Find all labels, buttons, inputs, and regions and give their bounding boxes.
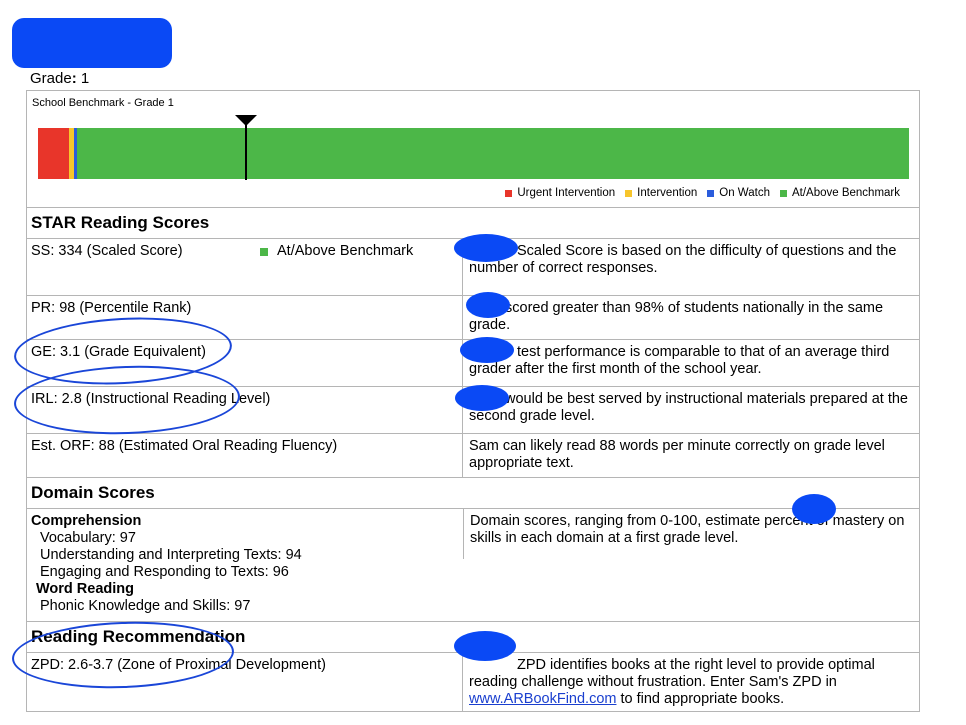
redaction-blob — [466, 292, 510, 318]
domain-scores-cell: Comprehension Vocabulary: 97 Understandi… — [27, 509, 463, 621]
benchmark-panel: School Benchmark - Grade 1 Urgent Interv… — [27, 91, 919, 208]
description-text: would be best served by instructional ma… — [469, 391, 908, 424]
description-text: Domain scores, ranging from 0-100, estim… — [470, 513, 905, 546]
domain-item: Phonic Knowledge and Skills: 97 — [40, 598, 251, 614]
description-text: scored greater than 98% of students nati… — [469, 300, 884, 333]
legend-label: Urgent Intervention — [517, 187, 616, 199]
table-row: Comprehension Vocabulary: 97 Understandi… — [27, 509, 919, 622]
legend-label: Intervention — [637, 187, 698, 199]
legend-label: On Watch — [719, 187, 770, 199]
description-cell: test performance is comparable to that o… — [463, 340, 919, 386]
legend-swatch — [779, 189, 787, 197]
description-cell: would be best served by instructional ma… — [463, 387, 919, 433]
legend-item: Urgent Intervention — [505, 187, 615, 199]
grade-label: Grade — [30, 70, 72, 87]
redaction-blob — [455, 385, 509, 411]
status-swatch — [260, 247, 268, 256]
legend-item: At/Above Benchmark — [779, 187, 900, 199]
description-text: Scaled Score is based on the difficulty … — [469, 243, 897, 276]
description-cell: Domain scores, ranging from 0-100, estim… — [463, 509, 919, 559]
legend-item: Intervention — [625, 187, 697, 199]
table-row: Est. ORF: 88 (Estimated Oral Reading Flu… — [27, 434, 919, 478]
domain-item: Vocabulary: 97 — [40, 530, 136, 546]
score-cell: SS: 334 (Scaled Score) At/Above Benchmar… — [27, 239, 463, 295]
benchmark-legend: Urgent Intervention Intervention On Watc… — [505, 187, 900, 199]
legend-item: On Watch — [707, 187, 770, 199]
status-badge: At/Above Benchmark — [260, 243, 413, 260]
score-label: Est. ORF: 88 (Estimated Oral Reading Flu… — [31, 438, 338, 454]
comprehension-heading: Comprehension — [31, 513, 142, 529]
description-text-end: to find appropriate books. — [620, 691, 785, 707]
grade-value: 1 — [80, 70, 90, 87]
redaction-blob — [460, 337, 514, 363]
arbookfind-link[interactable]: www.ARBookFind.com — [469, 691, 616, 707]
redaction-blob — [792, 494, 836, 524]
benchmark-title: School Benchmark - Grade 1 — [32, 97, 174, 109]
urgent-segment — [38, 128, 69, 179]
legend-swatch — [505, 189, 513, 197]
description-text: Sam can likely read 88 words per minute … — [469, 438, 885, 471]
domain-item: Understanding and Interpreting Texts: 94 — [40, 547, 302, 563]
domain-heading: Domain Scores — [27, 478, 919, 509]
redaction-blob — [454, 631, 516, 661]
benchmark-bar — [38, 128, 909, 179]
description-text: test performance is comparable to that o… — [469, 344, 890, 377]
redacted-name — [12, 18, 172, 68]
score-label: PR: 98 (Percentile Rank) — [31, 300, 192, 316]
score-marker-line — [245, 123, 247, 180]
legend-swatch — [625, 189, 633, 197]
status-label: At/Above Benchmark — [277, 243, 414, 259]
word-reading-heading: Word Reading — [36, 581, 135, 597]
description-cell: Sam can likely read 88 words per minute … — [463, 434, 919, 477]
score-cell: Est. ORF: 88 (Estimated Oral Reading Flu… — [27, 434, 463, 477]
legend-label: At/Above Benchmark — [791, 187, 900, 199]
grade-line: Grade: 1 — [30, 70, 90, 87]
benchmark-segment — [77, 128, 909, 179]
domain-item: Engaging and Responding to Texts: 96 — [40, 564, 289, 580]
description-cell: scored greater than 98% of students nati… — [463, 296, 919, 339]
legend-swatch — [707, 189, 715, 197]
description-cell: Scaled Score is based on the difficulty … — [463, 239, 919, 295]
description-cell: ZPD identifies books at the right level … — [463, 653, 919, 711]
score-label: SS: 334 (Scaled Score) — [31, 243, 183, 259]
redaction-blob — [454, 234, 518, 262]
description-text: ZPD identifies books at the right level … — [469, 657, 875, 690]
